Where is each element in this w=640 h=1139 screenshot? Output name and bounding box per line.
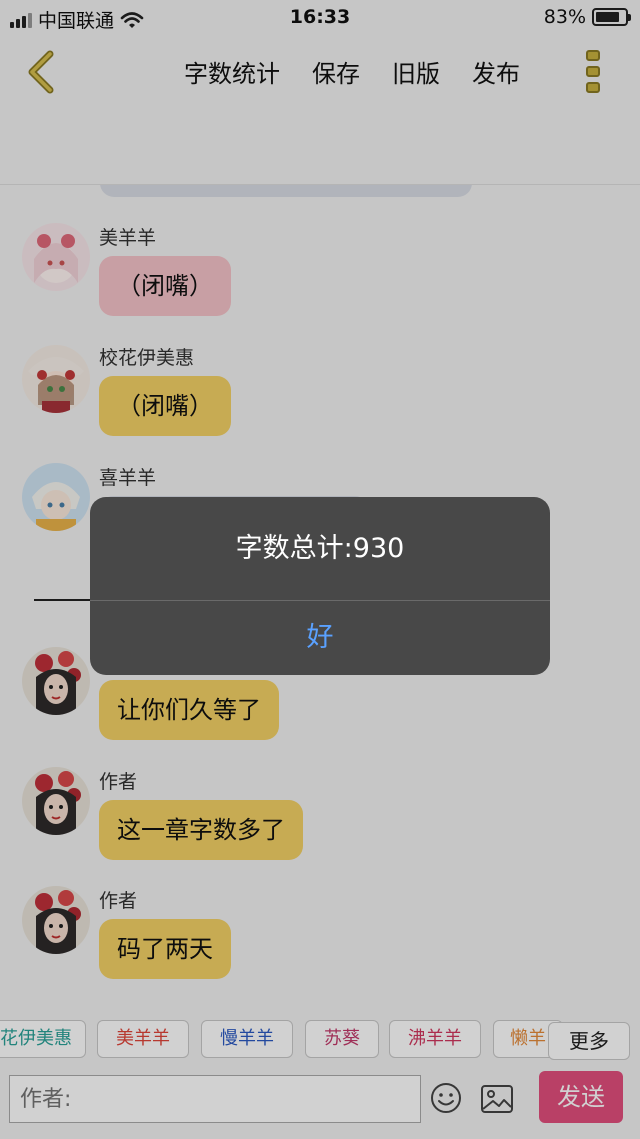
word-count-dialog: 字数总计:930 好	[90, 497, 550, 675]
dialog-message: 字数总计:930	[235, 533, 405, 564]
dialog-ok-button[interactable]: 好	[90, 601, 550, 675]
